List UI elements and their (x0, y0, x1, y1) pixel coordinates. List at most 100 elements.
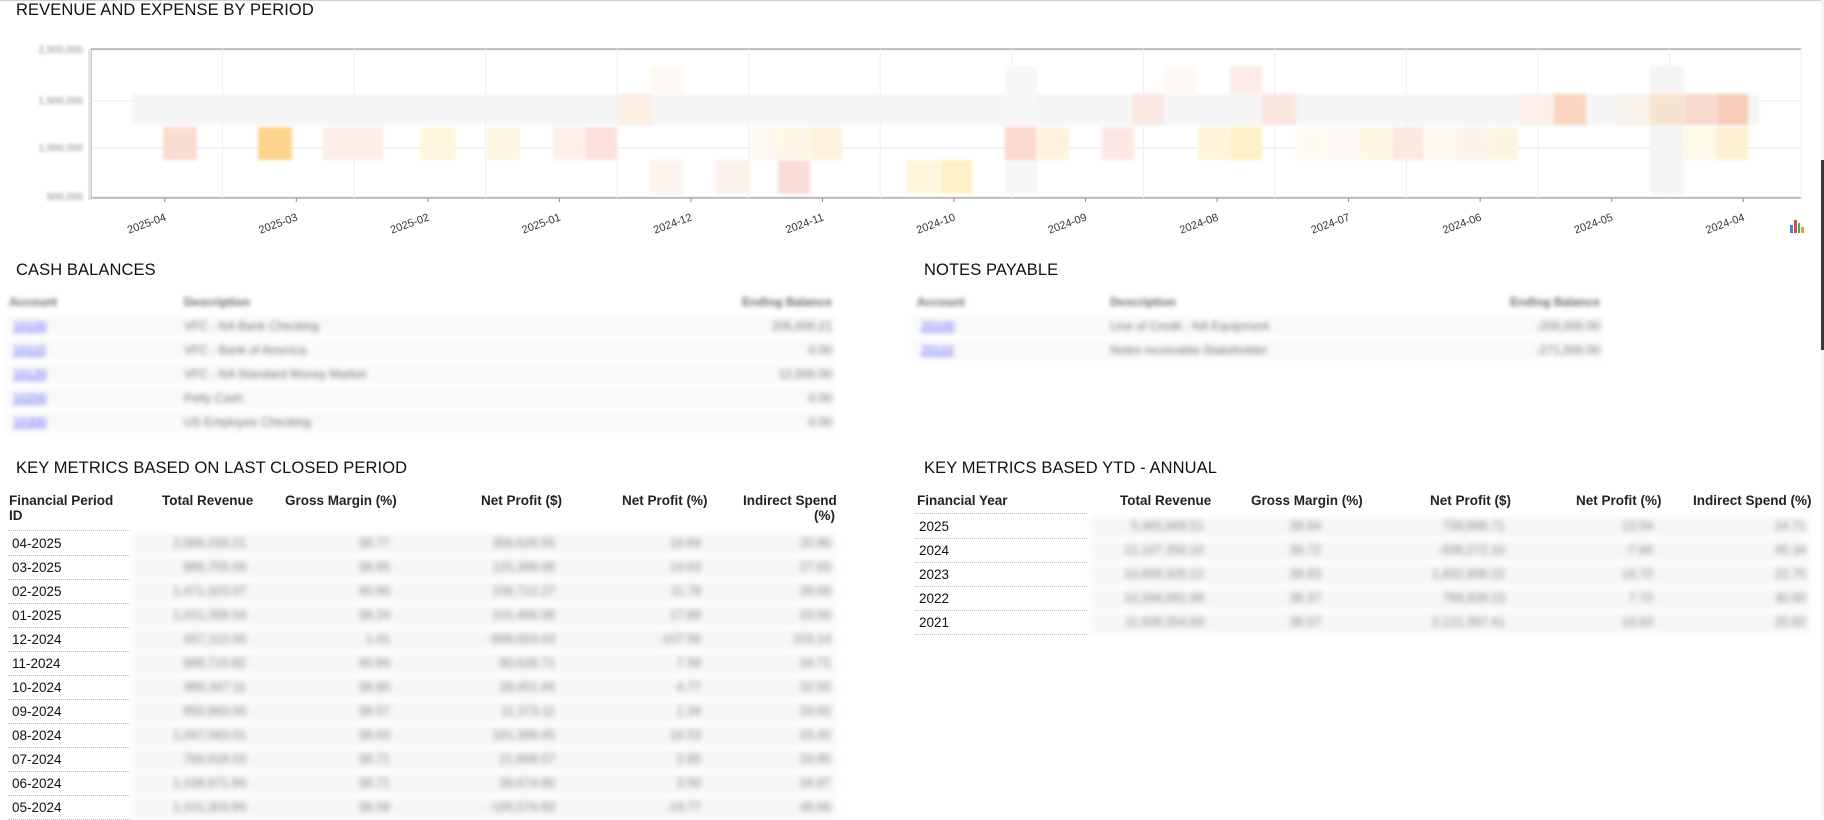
period-net-profit-amount: -998,003.43 (488, 632, 555, 646)
chart-heat-cell (1650, 94, 1684, 125)
period-net-profit-percent: 16.53 (669, 728, 701, 742)
chart-heat-cell (1554, 94, 1586, 125)
cash-description: VFC - NA Standard Money Market (184, 367, 367, 381)
header-financial-period-line1: Financial Period (9, 493, 114, 508)
cash-description: VFC - Bank of America (184, 343, 307, 357)
chart-heat-cell (420, 127, 456, 160)
revenue-expense-chart-svg: 2,500,000 1,500,000 1,000,000 500,000 2025-0… (39, 45, 1802, 236)
notes-account-link[interactable]: 20110 (921, 343, 953, 357)
period-row-divider (8, 699, 130, 700)
notes-description: Notes receivable-Stakeholder (1110, 343, 1268, 357)
period-gross-margin: 38.71 (358, 776, 390, 790)
chart-heat-cell (553, 127, 585, 160)
notes-header-balance[interactable]: Ending Balance (1510, 295, 1600, 309)
period-revenue: 886,755.09 (183, 560, 246, 574)
period-row-divider (8, 723, 130, 724)
x-tick-label: 2024-12 (652, 212, 694, 236)
period-id: 09-2024 (12, 704, 62, 719)
annual-row-divider (915, 538, 1087, 539)
cash-row (6, 364, 836, 384)
cash-account-link[interactable]: 10300 (13, 415, 46, 429)
y-tick-label: 500,000 (47, 192, 84, 203)
chart-heat-cell (1037, 127, 1069, 160)
period-id: 01-2025 (12, 608, 62, 623)
period-net-profit-percent: 14.63 (669, 560, 701, 574)
notes-balance: -200,000.00 (1535, 319, 1600, 333)
header-gross-margin[interactable]: Gross Margin (%) (285, 493, 397, 508)
header-annual-net-profit-amount[interactable]: Net Profit ($) (1430, 493, 1511, 508)
header-financial-year[interactable]: Financial Year (917, 493, 1008, 508)
header-annual-indirect-spend[interactable]: Indirect Spend (%) (1693, 493, 1812, 508)
header-indirect-spend[interactable]: Indirect Spend (%) (743, 493, 837, 523)
cash-description: US Employee Checking (184, 415, 311, 429)
period-indirect-spend: 32.55 (799, 680, 831, 694)
x-tick-label: 2024-11 (784, 212, 825, 236)
period-gross-margin: 1.41 (365, 632, 390, 646)
period-gross-margin: 38.24 (358, 608, 390, 622)
cash-header-balance[interactable]: Ending Balance (742, 295, 832, 309)
chart-heat-cell (258, 127, 292, 160)
notes-account-link[interactable]: 20100 (921, 319, 954, 333)
header-total-revenue[interactable]: Total Revenue (162, 493, 253, 508)
annual-indirect-spend: 24.71 (1774, 519, 1806, 533)
cash-account-link[interactable]: 10120 (13, 367, 46, 381)
period-net-profit-percent: 1.34 (676, 704, 701, 718)
y-tick-label: 2,500,000 (39, 45, 84, 56)
cash-header-description[interactable]: Description (184, 295, 250, 309)
header-financial-period-line2: ID (9, 508, 23, 523)
x-tick-label: 2024-06 (1441, 212, 1483, 236)
annual-id: 2022 (919, 591, 950, 606)
cash-account-link[interactable]: 10100 (13, 319, 46, 333)
annual-indirect-spend: 25.82 (1774, 615, 1806, 629)
cash-balance: 205,000.21 (771, 319, 832, 333)
period-indirect-spend: 27.83 (799, 560, 831, 574)
period-row-divider (8, 651, 130, 652)
period-indirect-spend: 20.86 (799, 536, 831, 550)
period-net-profit-amount: 125,388.08 (492, 560, 555, 574)
cash-account-link[interactable]: 10200 (13, 391, 46, 405)
notes-header-account[interactable]: Account (917, 295, 965, 309)
header-financial-period[interactable]: Financial Period ID (9, 493, 113, 523)
header-annual-total-revenue[interactable]: Total Revenue (1120, 493, 1211, 508)
chart-heat-cell (486, 127, 520, 160)
x-tick-label: 2024-10 (915, 212, 957, 236)
period-row-divider (8, 747, 130, 748)
period-revenue: 688,715.82 (183, 656, 246, 670)
period-net-profit-percent: 16.84 (669, 536, 701, 550)
annual-gross-margin: 39.64 (1289, 519, 1321, 533)
period-gross-margin: 39.71 (358, 752, 390, 766)
cash-description: Petty Cash (184, 391, 243, 405)
cash-balance: 0.00 (808, 415, 832, 429)
period-row-divider (8, 579, 130, 580)
period-gross-margin: 38.57 (358, 704, 390, 718)
annual-gross-margin: 30.72 (1289, 543, 1321, 557)
chart-heat-cell (1262, 94, 1296, 125)
header-annual-gross-margin[interactable]: Gross Margin (%) (1251, 493, 1363, 508)
cash-header-account[interactable]: Account (9, 295, 57, 309)
chart-heat-cell (1230, 66, 1262, 94)
chart-heat-cell (1424, 127, 1456, 160)
period-id: 08-2024 (12, 728, 62, 743)
annual-id: 2024 (919, 543, 950, 558)
period-gross-margin: 39.80 (358, 680, 390, 694)
header-net-profit-amount[interactable]: Net Profit ($) (481, 493, 562, 508)
notes-header-description[interactable]: Description (1110, 295, 1176, 309)
period-net-profit-amount: 21,868.57 (499, 752, 555, 766)
metrics-period-title: KEY METRICS BASED ON LAST CLOSED PERIOD (16, 459, 408, 477)
chart-heat-cell (1296, 127, 1328, 160)
period-id: 05-2024 (12, 800, 62, 815)
period-id: 10-2024 (12, 680, 62, 695)
annual-row-divider (915, 634, 1087, 635)
header-annual-net-profit-percent[interactable]: Net Profit (%) (1576, 493, 1662, 508)
annual-net-profit-amount: 1,832,908.22 (1432, 567, 1505, 581)
period-id: 06-2024 (12, 776, 62, 791)
period-net-profit-amount: 39,674.80 (499, 776, 555, 790)
annual-row-divider (915, 586, 1087, 587)
period-gross-margin: 40.84 (358, 656, 390, 670)
chart-heat-cell (585, 127, 617, 160)
header-net-profit-percent[interactable]: Net Profit (%) (622, 493, 708, 508)
bar-chart-icon[interactable] (1790, 219, 1804, 233)
period-row-divider (8, 675, 130, 676)
cash-account-link[interactable]: 10110 (13, 343, 45, 357)
period-revenue: 657,112.00 (184, 632, 246, 646)
